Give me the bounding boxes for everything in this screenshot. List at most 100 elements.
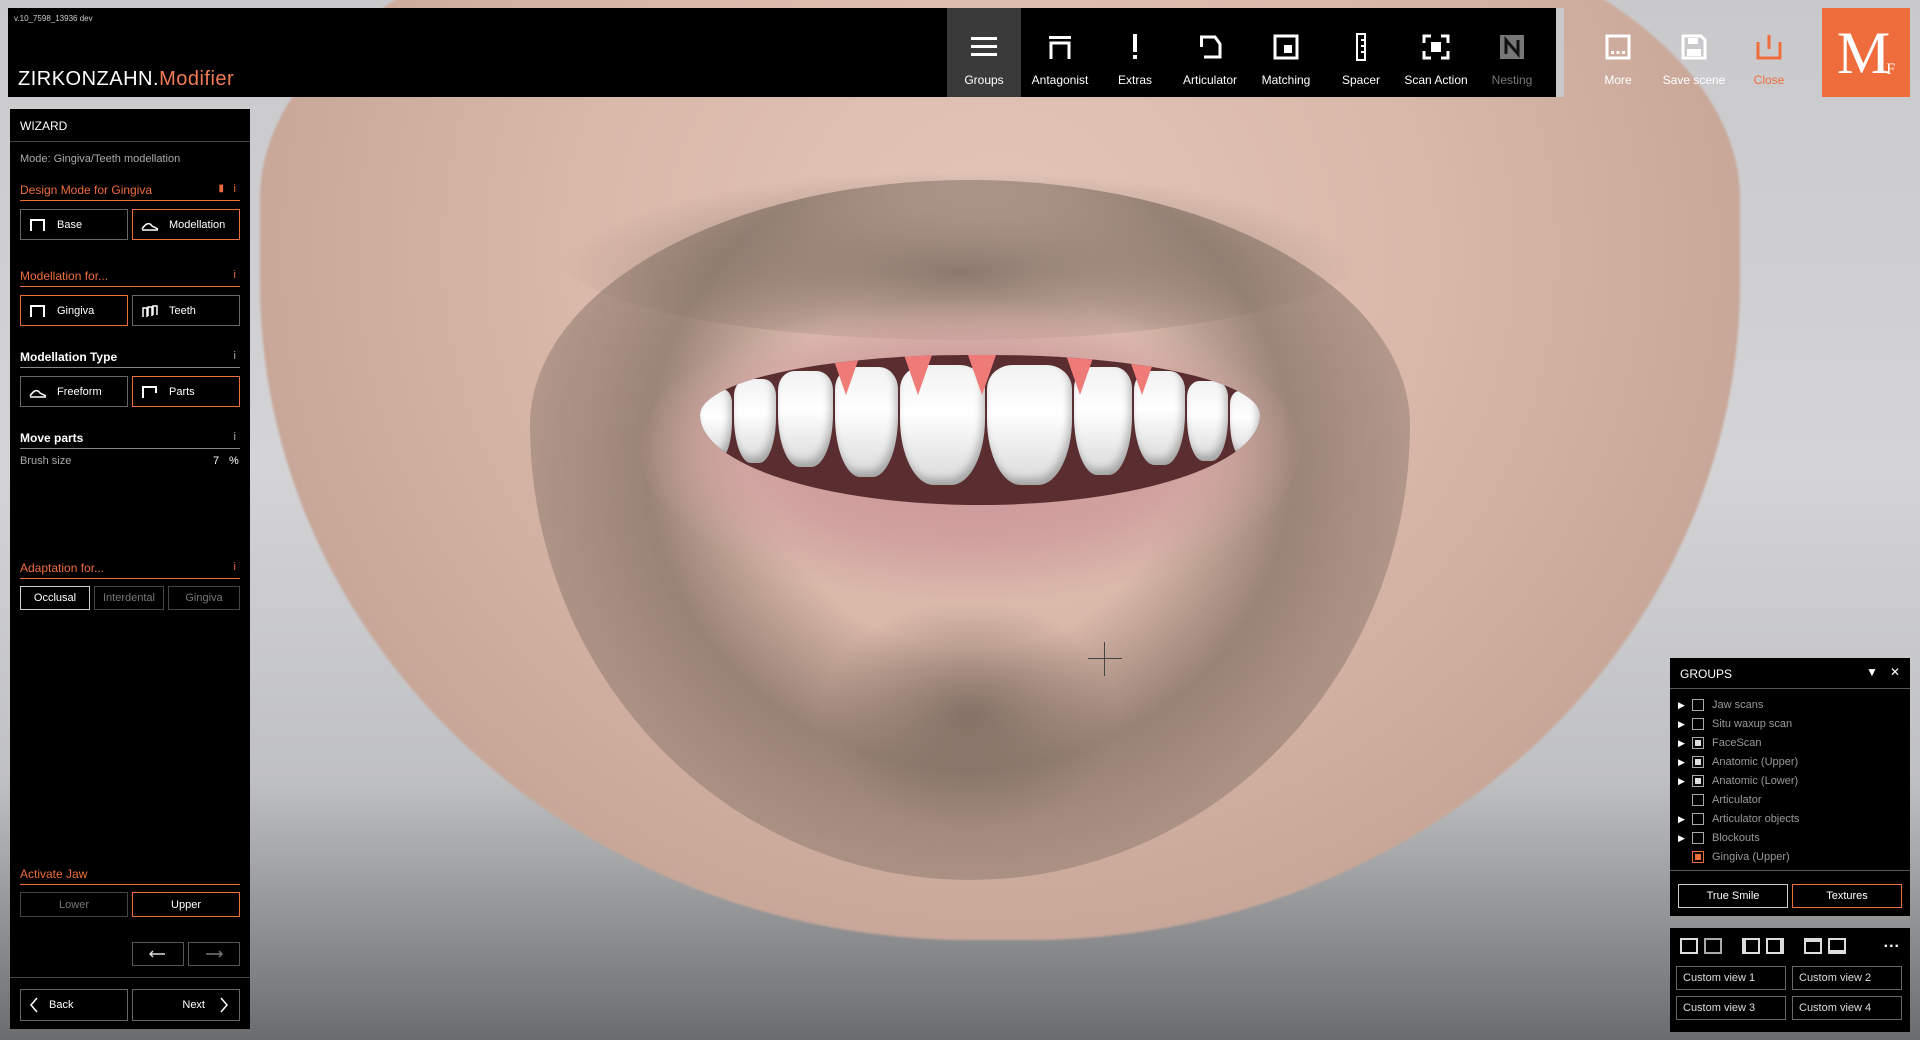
tooth [778,371,833,467]
custom-view-3-button[interactable]: Custom view 3 [1676,996,1786,1020]
redo-button[interactable] [188,942,240,966]
group-item-label: Articulator [1712,794,1762,806]
expand-arrow-icon[interactable]: ▶ [1678,757,1692,768]
info-icon[interactable]: i [234,350,236,362]
group-item[interactable]: Gingiva (Upper) [1678,848,1790,866]
visibility-checkbox[interactable] [1692,832,1704,844]
occlusal-button[interactable]: Occlusal [20,586,90,610]
hill-icon [141,222,159,231]
groups-label: Groups [964,73,1004,87]
group-item[interactable]: ▶ Jaw scans [1678,696,1763,714]
visibility-checkbox[interactable] [1692,813,1704,825]
upper-jaw-button[interactable]: Upper [132,892,240,917]
visibility-checkbox[interactable] [1692,794,1704,806]
groups-button[interactable]: Groups [947,8,1021,97]
group-item[interactable]: ▶ Anatomic (Lower) [1678,772,1798,790]
matching-icon [1273,30,1299,64]
scan-frame-icon [1422,30,1450,64]
interdental-button[interactable]: Interdental [94,586,164,610]
spacer-label: Spacer [1341,73,1381,87]
expand-arrow-icon[interactable]: ▶ [1678,833,1692,844]
group-item[interactable]: ▶ FaceScan [1678,734,1762,752]
brush-size-value[interactable]: 7 [213,455,219,467]
articulator-button[interactable]: Articulator [1173,8,1247,97]
back-button[interactable]: Back [20,989,128,1021]
brush-size-row[interactable]: Brush size 7 % [20,455,240,467]
design-mode-section: Design Mode for Gingiva ▮ i [20,183,240,201]
group-item-label: Anatomic (Upper) [1712,756,1799,768]
group-item[interactable]: ▶ Anatomic (Upper) [1678,753,1798,771]
tooth [733,379,777,463]
gingiva-button[interactable]: Gingiva [20,295,128,326]
group-item[interactable]: Articulator [1678,791,1762,809]
articulator-icon [1197,30,1223,64]
brush-size-label: Brush size [20,455,72,467]
visibility-checkbox[interactable] [1692,775,1704,787]
custom-view-1-label: Custom view 1 [1683,972,1756,984]
save-scene-label: Save scene [1662,73,1726,87]
save-scene-button[interactable]: Save scene [1657,8,1731,97]
group-item[interactable]: ▶ Situ waxup scan [1678,715,1792,733]
custom-view-2-button[interactable]: Custom view 2 [1792,966,1902,990]
view-right-icon[interactable] [1766,938,1784,954]
lower-jaw-button[interactable]: Lower [20,892,128,917]
view-left-icon[interactable] [1742,938,1760,954]
more-button[interactable]: More [1581,8,1655,97]
group-item-label: Anatomic (Lower) [1712,775,1799,787]
next-button[interactable]: Next [132,989,240,1021]
chevron-down-icon[interactable]: ▼ [1866,665,1878,679]
ruler-icon [1354,30,1368,64]
group-item-label: Blockouts [1712,832,1760,844]
antagonist-button[interactable]: Antagonist [1023,8,1097,97]
tooth [987,365,1072,485]
group-item[interactable]: ▶ Blockouts [1678,829,1760,847]
groups-panel: GROUPS ▼ ✕ ▶ Jaw scans ▶ Situ waxup scan ▶ Fa… [1670,658,1910,916]
close-button[interactable]: Close [1732,8,1806,97]
spacer-button[interactable]: Spacer [1324,8,1398,97]
visibility-checkbox[interactable] [1692,756,1704,768]
modellation-button[interactable]: Modellation [132,209,240,240]
scan-action-button[interactable]: Scan Action [1399,8,1473,97]
3d-viewport[interactable] [0,0,1920,1040]
matching-button[interactable]: Matching [1249,8,1323,97]
visibility-checkbox[interactable] [1692,718,1704,730]
textures-button[interactable]: Textures [1792,884,1902,908]
true-smile-label: True Smile [1706,890,1760,902]
extras-button[interactable]: Extras [1098,8,1172,97]
expand-arrow-icon[interactable]: ▶ [1678,738,1692,749]
expand-arrow-icon[interactable]: ▶ [1678,700,1692,711]
view-back-icon[interactable] [1704,938,1722,954]
expand-arrow-icon[interactable]: ▶ [1678,776,1692,787]
view-bottom-icon[interactable] [1828,938,1846,954]
parts-button[interactable]: Parts [132,376,240,407]
custom-view-1-button[interactable]: Custom view 1 [1676,966,1786,990]
close-icon[interactable]: ✕ [1890,665,1900,679]
custom-view-4-button[interactable]: Custom view 4 [1792,996,1902,1020]
true-smile-button[interactable]: True Smile [1678,884,1788,908]
lock-icon[interactable]: ▮ [218,183,224,194]
expand-arrow-icon[interactable]: ▶ [1678,814,1692,825]
undo-button[interactable] [132,942,184,966]
teeth-button[interactable]: Teeth [132,295,240,326]
wizard-panel: WIZARD Mode: Gingiva/Teeth modellation D… [10,109,250,1029]
nesting-button[interactable]: Nesting [1475,8,1549,97]
more-views-icon[interactable]: ... [1884,934,1900,952]
group-item[interactable]: ▶ Articulator objects [1678,810,1799,828]
base-button[interactable]: Base [20,209,128,240]
expand-arrow-icon[interactable]: ▶ [1678,719,1692,730]
info-icon[interactable]: i [234,431,236,443]
view-top-icon[interactable] [1804,938,1822,954]
visibility-checkbox[interactable] [1692,699,1704,711]
info-icon[interactable]: i [234,561,236,573]
textures-label: Textures [1826,890,1868,902]
adapt-gingiva-button[interactable]: Gingiva [168,586,240,610]
base-label: Base [57,218,83,231]
info-icon[interactable]: i [234,183,236,195]
info-icon[interactable]: i [234,269,236,281]
modifier-logo: MF [1822,8,1910,97]
visibility-checkbox[interactable] [1692,737,1704,749]
visibility-checkbox[interactable] [1692,851,1704,863]
freeform-button[interactable]: Freeform [20,376,128,407]
view-front-icon[interactable] [1680,938,1698,954]
logo-letter-f: F [1886,60,1896,78]
